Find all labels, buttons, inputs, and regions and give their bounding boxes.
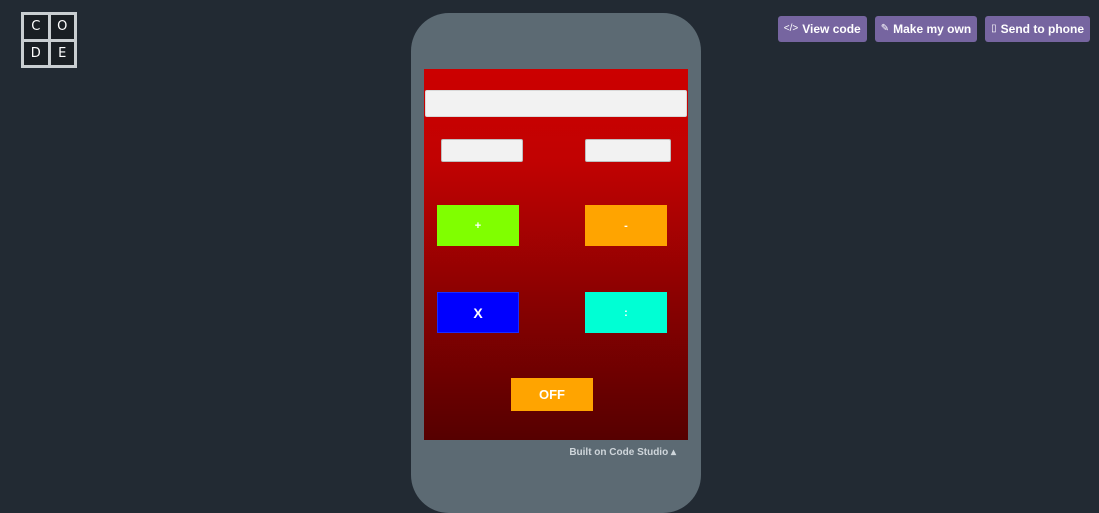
first-number-input[interactable] xyxy=(441,139,523,162)
logo-letter-o: O xyxy=(50,15,74,39)
view-code-label: View code xyxy=(802,22,861,36)
send-to-phone-label: Send to phone xyxy=(1000,22,1084,36)
make-my-own-button[interactable]: ✎ Make my own xyxy=(874,16,978,42)
logo-letter-c: C xyxy=(24,15,48,39)
add-button[interactable]: + xyxy=(437,205,519,246)
off-button[interactable]: OFF xyxy=(511,378,593,411)
divide-button[interactable]: : xyxy=(585,292,667,333)
second-number-input[interactable] xyxy=(585,139,671,162)
edit-icon: ✎ xyxy=(880,23,890,34)
app-screen: + - X : OFF xyxy=(424,69,688,440)
logo-letter-e: E xyxy=(50,41,74,65)
subtract-button[interactable]: - xyxy=(585,205,667,246)
code-org-logo[interactable]: C O D E xyxy=(21,12,77,68)
caret-up-icon: ▴ xyxy=(670,447,676,458)
footer-label: Built on Code Studio xyxy=(569,447,669,458)
result-display-input[interactable] xyxy=(425,90,687,117)
phone-icon: ▯ xyxy=(991,23,997,34)
make-my-own-label: Make my own xyxy=(893,22,972,36)
send-to-phone-button[interactable]: ▯ Send to phone xyxy=(985,16,1090,42)
built-on-code-studio-footer[interactable]: Built on Code Studio ▴ xyxy=(424,440,688,465)
view-code-button[interactable]: </> View code xyxy=(777,16,867,42)
logo-letter-d: D xyxy=(24,41,48,65)
code-icon: </> xyxy=(783,23,799,34)
multiply-button[interactable]: X xyxy=(437,292,519,333)
header-actions: </> View code ✎ Make my own ▯ Send to ph… xyxy=(777,16,1090,42)
